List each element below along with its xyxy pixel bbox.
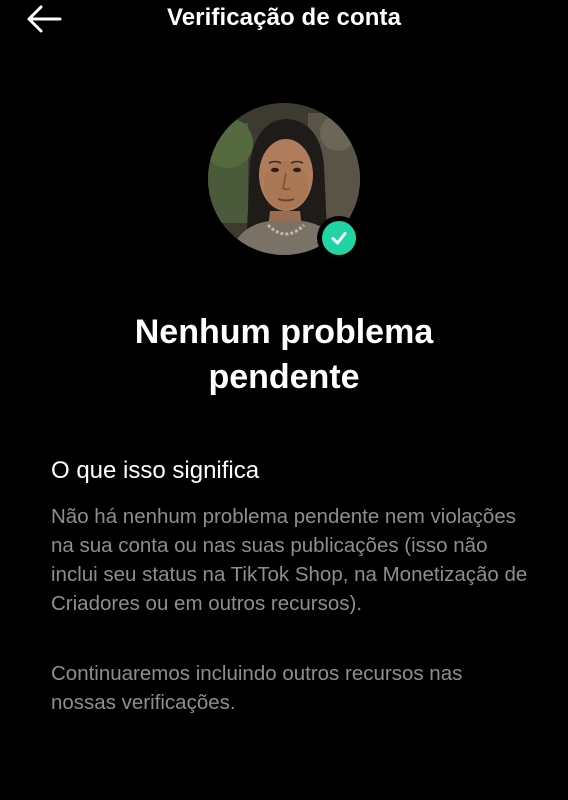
verified-badge [317, 216, 361, 260]
status-title: Nenhum problema pendente [40, 310, 528, 400]
avatar-container [208, 103, 361, 260]
status-title-line-1: Nenhum problema [134, 313, 434, 351]
status-title-line-2: pendente [208, 358, 360, 396]
future-checks-paragraph: Continuaremos incluindo outros recursos … [51, 662, 463, 714]
top-bar: Verificação de conta [0, 0, 568, 40]
page-title: Verificação de conta [166, 4, 402, 31]
check-icon [331, 232, 347, 245]
section-heading: O que isso significa [51, 457, 260, 484]
explanation-paragraph: Não há nenhum problema pendente nem viol… [51, 505, 528, 615]
